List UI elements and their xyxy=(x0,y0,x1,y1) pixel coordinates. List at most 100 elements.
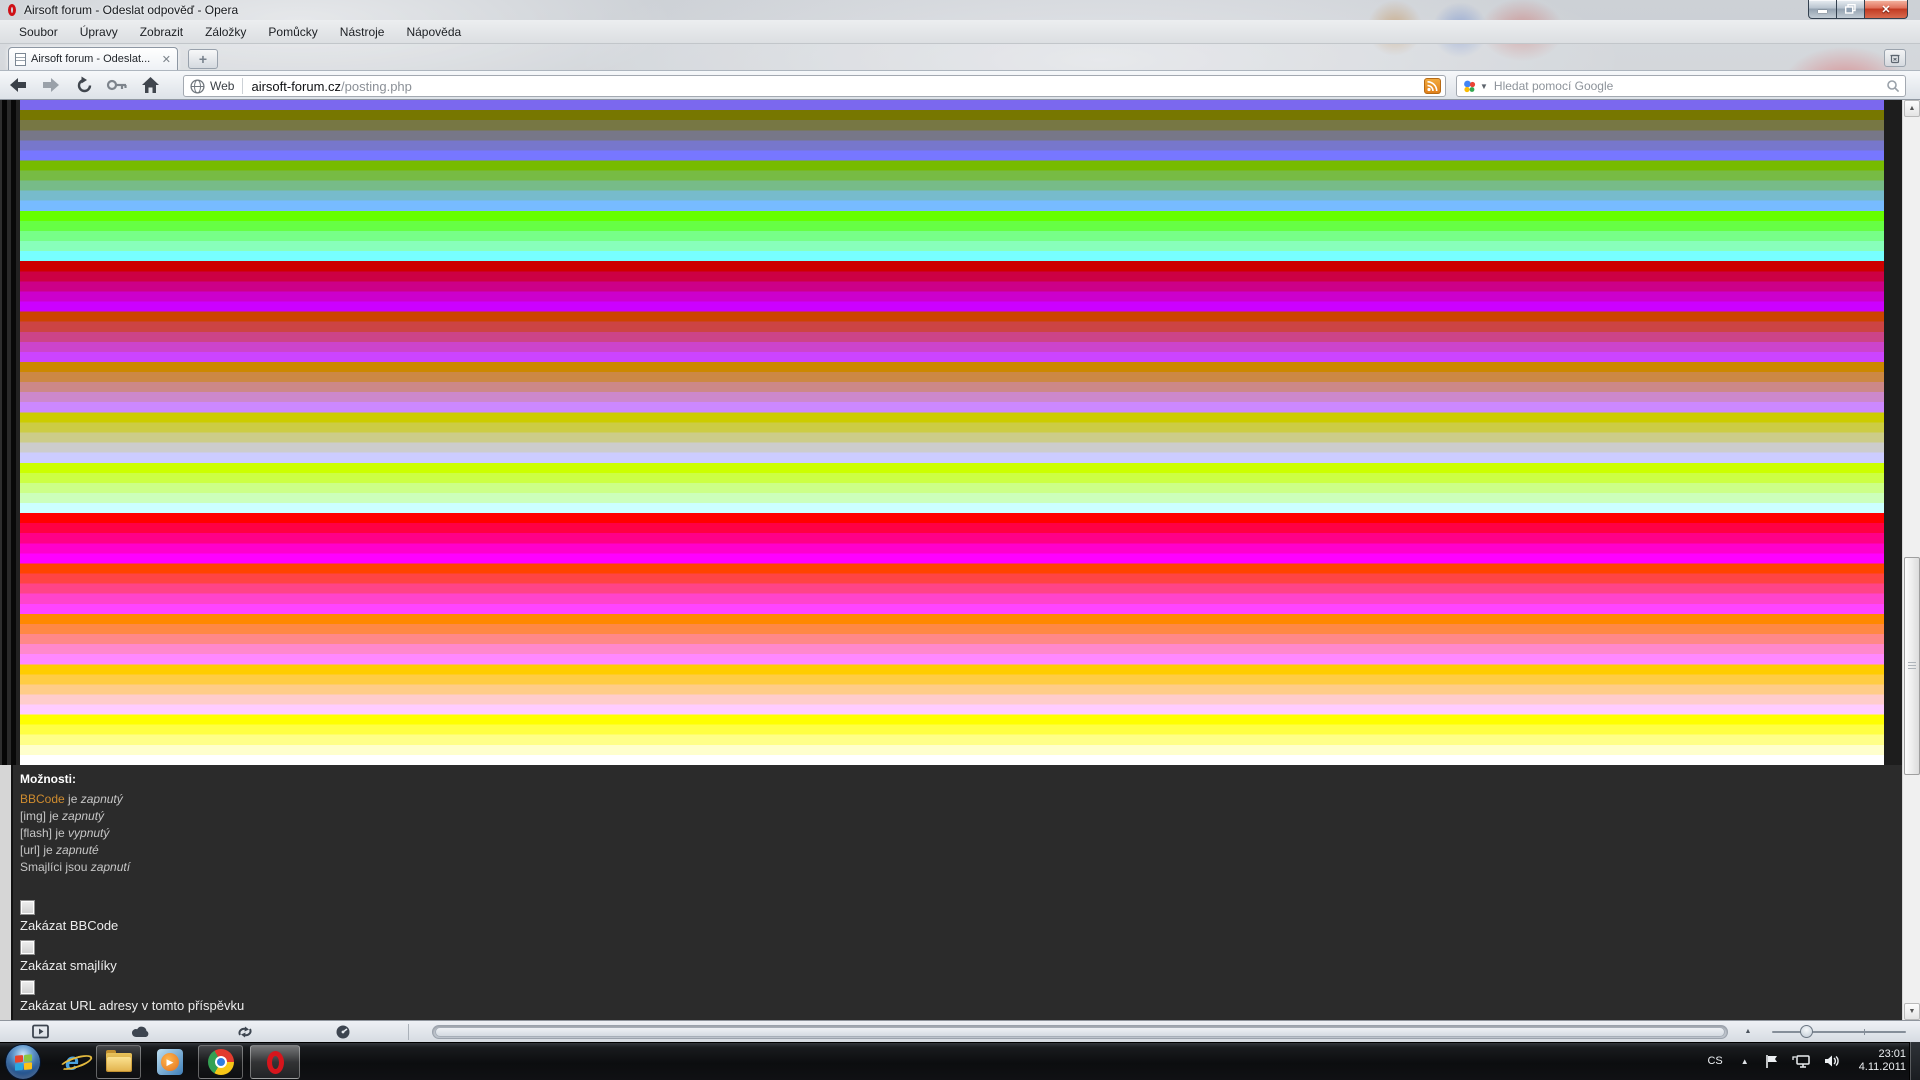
menu-item[interactable]: Nápověda xyxy=(395,21,472,43)
home-button[interactable] xyxy=(135,73,165,97)
menu-item[interactable]: Záložky xyxy=(194,21,257,43)
folder-icon xyxy=(106,1053,132,1072)
taskbar-opera-active[interactable] xyxy=(250,1045,300,1079)
option-status-line: [img] je zapnutý xyxy=(20,808,1220,825)
window-title: Airsoft forum - Odeslat odpověď - Opera xyxy=(24,3,238,17)
windows-taskbar: e ▶ xyxy=(0,1042,1920,1080)
tab-close-icon[interactable]: ✕ xyxy=(162,53,171,66)
option-status-line: [flash] je vypnutý xyxy=(20,825,1220,842)
post-options-statuses: BBCode je zapnutý[img] je zapnutý[flash]… xyxy=(20,791,1220,876)
search-icon[interactable] xyxy=(1886,79,1900,93)
checkbox-label: Zakázat smajlíky xyxy=(20,958,1220,973)
back-button[interactable] xyxy=(3,73,33,97)
taskbar-internet-explorer[interactable]: e xyxy=(54,1045,90,1079)
home-icon xyxy=(141,76,160,94)
network-button[interactable] xyxy=(1792,1054,1810,1069)
post-options: Možnosti: BBCode je zapnutý[img] je zapn… xyxy=(20,772,1220,1020)
system-tray: CS ▲ 23:01 4.11.2011 xyxy=(1707,1042,1906,1080)
closed-tabs-trash-button[interactable] xyxy=(1884,49,1906,67)
horizontal-scrollbar-thumb[interactable] xyxy=(435,1027,1725,1037)
taskbar-clock[interactable]: 23:01 4.11.2011 xyxy=(1859,1048,1906,1074)
checkbox[interactable] xyxy=(20,980,35,995)
search-field[interactable]: ▼ xyxy=(1456,75,1906,97)
volume-button[interactable] xyxy=(1824,1054,1839,1068)
action-center-button[interactable] xyxy=(1765,1054,1778,1069)
zoom-slider-track[interactable] xyxy=(1772,1031,1906,1033)
vertical-scrollbar[interactable]: ▲ ▼ xyxy=(1902,100,1920,1020)
search-engine-dropdown-icon[interactable]: ▼ xyxy=(1480,82,1488,91)
globe-icon xyxy=(190,79,205,94)
start-button[interactable] xyxy=(5,1044,41,1080)
vertical-scrollbar-thumb[interactable] xyxy=(1904,557,1920,775)
opera-app-icon xyxy=(8,4,16,16)
panel-toggle-icon xyxy=(32,1024,50,1039)
zoom-slider-knob[interactable] xyxy=(1800,1025,1813,1038)
new-tab-button[interactable]: + xyxy=(188,49,218,69)
panels-toggle-button[interactable] xyxy=(28,1023,54,1041)
bbcode-link[interactable]: BBCode xyxy=(20,792,65,806)
menu-item[interactable]: Pomůcky xyxy=(257,21,328,43)
address-field[interactable]: Web airsoft-forum.cz/posting.php xyxy=(183,75,1446,97)
zoom-slider[interactable] xyxy=(1768,1021,1910,1043)
minimize-button[interactable] xyxy=(1808,0,1837,19)
browser-tab-active[interactable]: Airsoft forum - Odeslat... ✕ xyxy=(8,47,178,70)
opera-unite-button[interactable] xyxy=(128,1023,154,1041)
menu-item[interactable]: Nástroje xyxy=(329,21,396,43)
close-icon: ✕ xyxy=(1881,3,1890,16)
rss-feed-button[interactable] xyxy=(1424,78,1441,94)
trash-icon xyxy=(1889,52,1901,64)
opera-link-button[interactable] xyxy=(232,1023,258,1041)
zoom-slider-tick xyxy=(1864,1029,1865,1035)
window-controls: ✕ xyxy=(1808,0,1908,19)
options-heading: Možnosti: xyxy=(20,772,1220,786)
scroll-up-button[interactable]: ▲ xyxy=(1904,100,1920,117)
clock-date: 4.11.2011 xyxy=(1859,1061,1906,1074)
scroll-down-button[interactable]: ▼ xyxy=(1904,1003,1920,1020)
reload-button[interactable] xyxy=(69,73,99,97)
menu-bar: SouborÚpravyZobrazitZáložkyPomůckyNástro… xyxy=(0,20,1920,44)
show-desktop-button[interactable] xyxy=(1909,1042,1920,1080)
clock-time: 23:01 xyxy=(1859,1048,1906,1061)
menu-item[interactable]: Zobrazit xyxy=(129,21,194,43)
menu-item[interactable]: Soubor xyxy=(8,21,69,43)
menu-item[interactable]: Úpravy xyxy=(69,21,129,43)
language-indicator[interactable]: CS xyxy=(1707,1055,1722,1067)
opera-icon xyxy=(267,1051,284,1074)
fit-to-width-button[interactable]: ▲ xyxy=(1737,1025,1759,1039)
desktop: Airsoft forum - Odeslat odpověď - Opera … xyxy=(0,0,1920,1080)
forward-icon xyxy=(41,76,61,94)
sync-icon xyxy=(237,1024,253,1040)
post-options-checkboxes: Zakázat BBCodeZakázat smajlíkyZakázat UR… xyxy=(20,900,1220,1020)
forward-button[interactable] xyxy=(36,73,66,97)
page-left-edge xyxy=(0,100,20,765)
address-separator xyxy=(242,78,243,94)
statusbar-separator xyxy=(408,1024,409,1040)
close-button[interactable]: ✕ xyxy=(1865,0,1908,19)
checkbox-row: Zakázat BBCode xyxy=(20,900,1220,933)
restore-button[interactable] xyxy=(1837,0,1865,19)
tab-label: Airsoft forum - Odeslat... xyxy=(31,53,158,65)
checkbox-label: Zakázat BBCode xyxy=(20,918,1220,933)
option-status-line: BBCode je zapnutý xyxy=(20,791,1220,808)
security-badge[interactable]: Web xyxy=(210,79,234,93)
horizontal-scrollbar[interactable] xyxy=(432,1025,1728,1039)
window-title-bar[interactable]: Airsoft forum - Odeslat odpověď - Opera xyxy=(0,0,1920,20)
hidden-icons-chevron[interactable]: ▲ xyxy=(1741,1057,1749,1066)
taskbar-windows-explorer[interactable] xyxy=(96,1045,141,1079)
opera-turbo-button[interactable] xyxy=(330,1023,356,1041)
checkbox[interactable] xyxy=(20,900,35,915)
address-bar: Web airsoft-forum.cz/posting.php ▼ xyxy=(0,70,1920,100)
browser-status-bar: ▲ xyxy=(0,1020,1920,1042)
media-player-icon: ▶ xyxy=(157,1049,183,1075)
taskbar-chrome[interactable] xyxy=(198,1045,243,1079)
flag-icon xyxy=(1765,1054,1778,1069)
scrollbar-grip xyxy=(1908,662,1916,670)
taskbar-media-player[interactable]: ▶ xyxy=(150,1045,190,1079)
restore-icon xyxy=(1845,4,1856,14)
wand-password-button[interactable] xyxy=(102,73,132,97)
cloud-icon xyxy=(131,1025,151,1038)
checkbox[interactable] xyxy=(20,940,35,955)
key-icon xyxy=(106,78,128,92)
search-input[interactable] xyxy=(1494,79,1886,93)
url-host: airsoft-forum.cz xyxy=(251,79,341,94)
